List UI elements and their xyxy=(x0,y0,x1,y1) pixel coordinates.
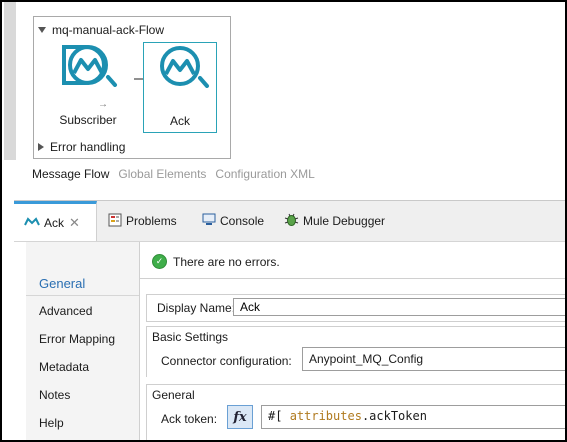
sidebar-item-error-mapping[interactable]: Error Mapping xyxy=(39,332,115,346)
group-title: General xyxy=(152,388,199,402)
expression-mode-button[interactable]: fx xyxy=(227,405,253,429)
expr-prefix: #[ xyxy=(268,409,290,423)
properties-content: ✓ There are no errors. Display Name: Bas… xyxy=(140,242,565,440)
problems-icon xyxy=(108,213,122,230)
console-icon xyxy=(202,213,216,229)
tab-message-flow[interactable]: Message Flow xyxy=(32,167,109,181)
processor-label: Subscriber xyxy=(59,113,117,127)
status-message: ✓ There are no errors. xyxy=(152,254,280,269)
tab-debugger-label: Mule Debugger xyxy=(303,214,386,228)
subscriber-processor[interactable]: → Subscriber xyxy=(54,43,122,131)
sidebar-item-metadata[interactable]: Metadata xyxy=(39,360,89,374)
tab-console-label: Console xyxy=(220,214,265,228)
flow-header[interactable]: mq-manual-ack-Flow xyxy=(38,22,164,38)
bug-icon xyxy=(284,212,299,230)
left-gutter xyxy=(4,2,16,160)
error-handling-label: Error handling xyxy=(50,140,126,154)
anypoint-mq-icon xyxy=(62,45,117,87)
tab-ack[interactable]: Ack ✕ xyxy=(14,201,97,241)
ack-token-expression-input[interactable]: #[ attributes.ackToken xyxy=(261,405,565,429)
sidebar-item-notes[interactable]: Notes xyxy=(39,388,70,402)
collapse-triangle-icon[interactable] xyxy=(38,27,46,33)
error-handling-row[interactable]: Error handling xyxy=(38,139,125,155)
flow-title: mq-manual-ack-Flow xyxy=(52,23,165,37)
tab-mule-debugger[interactable]: Mule Debugger xyxy=(284,201,385,241)
properties-sidebar: General Advanced Error Mapping Metadata … xyxy=(26,242,140,440)
flow-container[interactable]: mq-manual-ack-Flow → Subscriber Ack Erro… xyxy=(33,16,231,159)
status-text: There are no errors. xyxy=(173,254,280,269)
tab-problems[interactable]: Problems xyxy=(108,201,177,241)
tab-global-elements[interactable]: Global Elements xyxy=(118,167,206,181)
sidebar-item-help[interactable]: Help xyxy=(39,416,64,430)
anypoint-mq-icon xyxy=(160,46,209,88)
ack-token-label: Ack token: xyxy=(161,412,218,426)
processor-label: Ack xyxy=(169,114,190,128)
expand-triangle-icon[interactable] xyxy=(38,143,44,151)
close-icon[interactable]: ✕ xyxy=(69,215,80,231)
sidebar-item-general[interactable]: General xyxy=(39,276,85,291)
general-group: General Ack token: fx #[ attributes.ackT… xyxy=(146,384,565,440)
expr-keyword: attributes xyxy=(289,409,362,423)
tab-problems-label: Problems xyxy=(126,214,177,228)
tab-configuration-xml[interactable]: Configuration XML xyxy=(215,167,314,181)
sidebar-item-advanced[interactable]: Advanced xyxy=(39,304,92,318)
flow-canvas: mq-manual-ack-Flow → Subscriber Ack Erro… xyxy=(16,2,565,202)
view-tabbar: Ack ✕ Problems Console Mule Debugger xyxy=(14,201,565,242)
display-name-input[interactable] xyxy=(233,298,565,316)
group-title: Basic Settings xyxy=(152,330,233,344)
divider xyxy=(140,278,565,279)
connector-config-select[interactable]: Anypoint_MQ_Config xyxy=(302,347,565,371)
sidebar-divider xyxy=(26,295,139,296)
app-window: mq-manual-ack-Flow → Subscriber Ack Erro… xyxy=(0,0,567,442)
basic-settings-group: Basic Settings Connector configuration: … xyxy=(146,326,565,377)
expr-suffix: .ackToken xyxy=(361,409,427,423)
tab-console[interactable]: Console xyxy=(202,201,264,241)
mq-small-icon xyxy=(24,215,40,230)
display-name-row: Display Name: xyxy=(146,294,565,322)
display-name-label: Display Name: xyxy=(157,301,236,315)
tab-ack-label: Ack xyxy=(44,215,65,230)
check-circle-icon: ✓ xyxy=(152,254,167,269)
properties-panel: Ack ✕ Problems Console Mule Debugger Gen… xyxy=(14,200,565,440)
source-arrow-icon: → xyxy=(98,99,108,110)
connector-config-label: Connector configuration: xyxy=(161,354,292,368)
editor-tabs: Message Flow Global Elements Configurati… xyxy=(32,167,324,181)
ack-processor[interactable]: Ack xyxy=(143,42,217,133)
